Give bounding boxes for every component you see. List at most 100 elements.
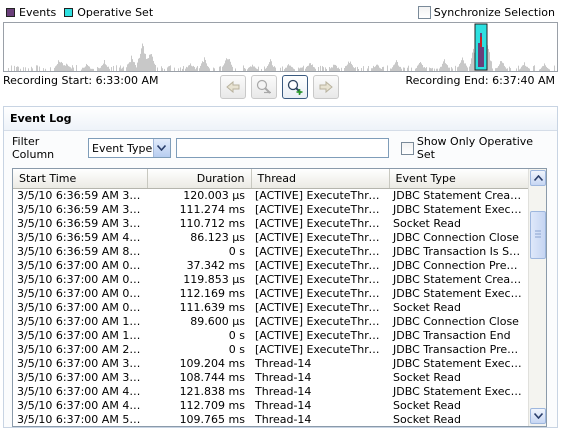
synchronize-selection[interactable]: Synchronize Selection	[417, 4, 555, 20]
cell-duration: 89.600 µs	[190, 314, 245, 328]
cell-duration: 108.744 ms	[179, 370, 245, 384]
zoom-in-icon	[287, 79, 303, 95]
events-swatch	[6, 7, 15, 17]
scroll-left-button[interactable]	[220, 75, 246, 99]
scroll-down-button[interactable]	[530, 408, 546, 424]
scroll-right-button[interactable]	[313, 75, 339, 99]
cell-event-type: JDBC Statement Creation	[393, 272, 528, 286]
column-header-thread[interactable]: Thread	[251, 169, 390, 189]
table-row[interactable]: 3/5/10 6:37:00 AM 422ms 121.838 ms Thread-…	[13, 385, 528, 399]
chevron-up-icon	[533, 175, 543, 181]
synchronize-selection-checkbox[interactable]	[417, 5, 431, 19]
cell-event-type: JDBC Transaction Prepare	[393, 342, 528, 356]
table-row[interactable]: 3/5/10 6:37:00 AM 427ms 112.709 ms Thread-…	[13, 399, 528, 413]
cell-event-type: Socket Read	[393, 216, 461, 230]
table-row[interactable]: 3/5/10 6:37:00 AM 168ms 89.600 µs [ACTIVE]…	[13, 315, 528, 329]
chevron-down-icon	[157, 145, 167, 151]
cell-thread: [ACTIVE] ExecuteThrea...	[255, 258, 389, 272]
cell-event-type: Socket Read	[393, 370, 461, 384]
cell-event-type: JDBC Transaction End	[393, 328, 511, 342]
filter-column-label: Filter Column	[12, 135, 55, 161]
cell-start-time: 3/5/10 6:36:59 AM 365ms	[17, 202, 147, 216]
cell-thread: [ACTIVE] ExecuteThrea...	[255, 272, 389, 286]
table-row[interactable]: 3/5/10 6:37:00 AM 045ms 119.853 µs [ACTIVE…	[13, 273, 528, 287]
table-row[interactable]: 3/5/10 6:37:00 AM 169ms 0 s [ACTIVE] Execu…	[13, 329, 528, 343]
column-header-duration[interactable]: Duration	[147, 169, 252, 189]
cell-duration: 120.003 µs	[183, 188, 245, 202]
timeline-histogram[interactable]	[4, 23, 557, 71]
cell-start-time: 3/5/10 6:37:00 AM 544ms	[17, 412, 147, 426]
cell-thread: Thread-14	[255, 398, 312, 412]
table-row[interactable]: 3/5/10 6:37:00 AM 009ms 37.342 ms [ACTIVE]…	[13, 259, 528, 273]
operative-swatch	[64, 7, 74, 17]
event-log-table[interactable]: Start Time Duration Thread Event Type 3/…	[12, 168, 547, 427]
zoom-out-button[interactable]	[251, 75, 277, 99]
cell-thread: [ACTIVE] ExecuteThrea...	[255, 230, 389, 244]
table-row[interactable]: 3/5/10 6:36:59 AM 897ms 0 s [ACTIVE] Execu…	[13, 245, 528, 259]
legend-item-operative: Operative Set	[64, 6, 153, 19]
zoom-in-button[interactable]	[282, 75, 308, 99]
table-row[interactable]: 3/5/10 6:36:59 AM 365ms 111.274 ms [ACTIVE…	[13, 203, 528, 217]
cell-event-type: Socket Read	[393, 412, 461, 426]
cell-start-time: 3/5/10 6:37:00 AM 054ms	[17, 300, 147, 314]
cell-duration: 111.274 ms	[179, 202, 245, 216]
legend-item-events: Events	[6, 6, 56, 19]
cell-duration: 109.204 ms	[179, 356, 245, 370]
table-row[interactable]: 3/5/10 6:37:00 AM 544ms 109.765 ms Thread-…	[13, 413, 528, 427]
timeline-legend: Events Operative Set	[6, 4, 161, 20]
table-row[interactable]: 3/5/10 6:36:59 AM 365ms 110.712 ms [ACTIVE…	[13, 217, 528, 231]
event-log-panel: Event Log Filter Column Event Type Show …	[3, 106, 558, 428]
cell-start-time: 3/5/10 6:37:00 AM 301ms	[17, 370, 147, 384]
table-row[interactable]: 3/5/10 6:37:00 AM 053ms 112.169 ms [ACTIVE…	[13, 287, 528, 301]
cell-event-type: JDBC Statement Execute	[393, 384, 528, 398]
cell-duration: 111.639 ms	[179, 300, 245, 314]
cell-thread: Thread-14	[255, 384, 312, 398]
scrollbar-thumb[interactable]	[530, 211, 546, 259]
cell-duration: 110.712 ms	[179, 216, 245, 230]
table-row[interactable]: 3/5/10 6:36:59 AM 360ms 120.003 µs [ACTIVE…	[13, 188, 528, 203]
zoom-out-icon	[256, 79, 271, 94]
grip-icon	[535, 230, 541, 238]
show-only-operative-set-label: Show Only Operative Set	[416, 135, 534, 161]
cell-start-time: 3/5/10 6:37:00 AM 422ms	[17, 384, 147, 398]
table-row[interactable]: 3/5/10 6:36:59 AM 478ms 86.123 µs [ACTIVE]…	[13, 231, 528, 245]
timeline-navigation	[220, 75, 339, 99]
filter-row: Filter Column Event Type Show Only Opera…	[12, 135, 549, 161]
scroll-up-button[interactable]	[530, 170, 546, 186]
arrow-left-icon	[226, 80, 240, 94]
cell-thread: [ACTIVE] ExecuteThrea...	[255, 244, 389, 258]
arrow-right-icon	[319, 80, 333, 94]
column-header-start-time[interactable]: Start Time	[13, 169, 148, 189]
cell-duration: 86.123 µs	[190, 230, 245, 244]
show-only-operative-set[interactable]: Show Only Operative Set	[401, 135, 549, 161]
filter-input[interactable]	[175, 138, 390, 158]
cell-thread: [ACTIVE] ExecuteThrea...	[255, 188, 389, 202]
column-header-event-type[interactable]: Event Type	[389, 169, 529, 189]
table-row[interactable]: 3/5/10 6:37:00 AM 301ms 109.204 ms Thread-…	[13, 357, 528, 371]
table-row[interactable]: 3/5/10 6:37:00 AM 229ms 0 s [ACTIVE] Execu…	[13, 343, 528, 357]
cell-event-type: JDBC Statement Creation	[393, 188, 528, 202]
cell-event-type: JDBC Statement Execute	[393, 202, 528, 216]
cell-start-time: 3/5/10 6:36:59 AM 365ms	[17, 216, 147, 230]
filter-column-select[interactable]: Event Type	[88, 138, 171, 158]
cell-duration: 112.709 ms	[179, 398, 245, 412]
cell-thread: [ACTIVE] ExecuteThrea...	[255, 328, 389, 342]
table-row[interactable]: 3/5/10 6:37:00 AM 054ms 111.639 ms [ACTIVE…	[13, 301, 528, 315]
cell-event-type: JDBC Statement Execute	[393, 286, 528, 300]
cell-thread: [ACTIVE] ExecuteThrea...	[255, 202, 389, 216]
cell-start-time: 3/5/10 6:36:59 AM 478ms	[17, 230, 147, 244]
chevron-down-icon	[533, 413, 543, 419]
recording-start: Recording Start: 6:33:00 AM	[3, 74, 159, 87]
table-row[interactable]: 3/5/10 6:37:00 AM 301ms 108.744 ms Thread-…	[13, 371, 528, 385]
select-dropdown-button[interactable]	[152, 139, 170, 157]
cell-start-time: 3/5/10 6:36:59 AM 360ms	[17, 188, 147, 202]
show-only-operative-set-checkbox[interactable]	[401, 141, 414, 155]
cell-duration: 0 s	[228, 328, 245, 342]
cell-duration: 37.342 ms	[186, 258, 245, 272]
cell-duration: 109.765 ms	[179, 412, 245, 426]
recording-end: Recording End: 6:37:40 AM	[405, 74, 555, 87]
event-timeline[interactable]	[3, 22, 558, 72]
cell-event-type: Socket Read	[393, 300, 461, 314]
vertical-scrollbar[interactable]	[528, 169, 546, 426]
cell-duration: 0 s	[228, 244, 245, 258]
